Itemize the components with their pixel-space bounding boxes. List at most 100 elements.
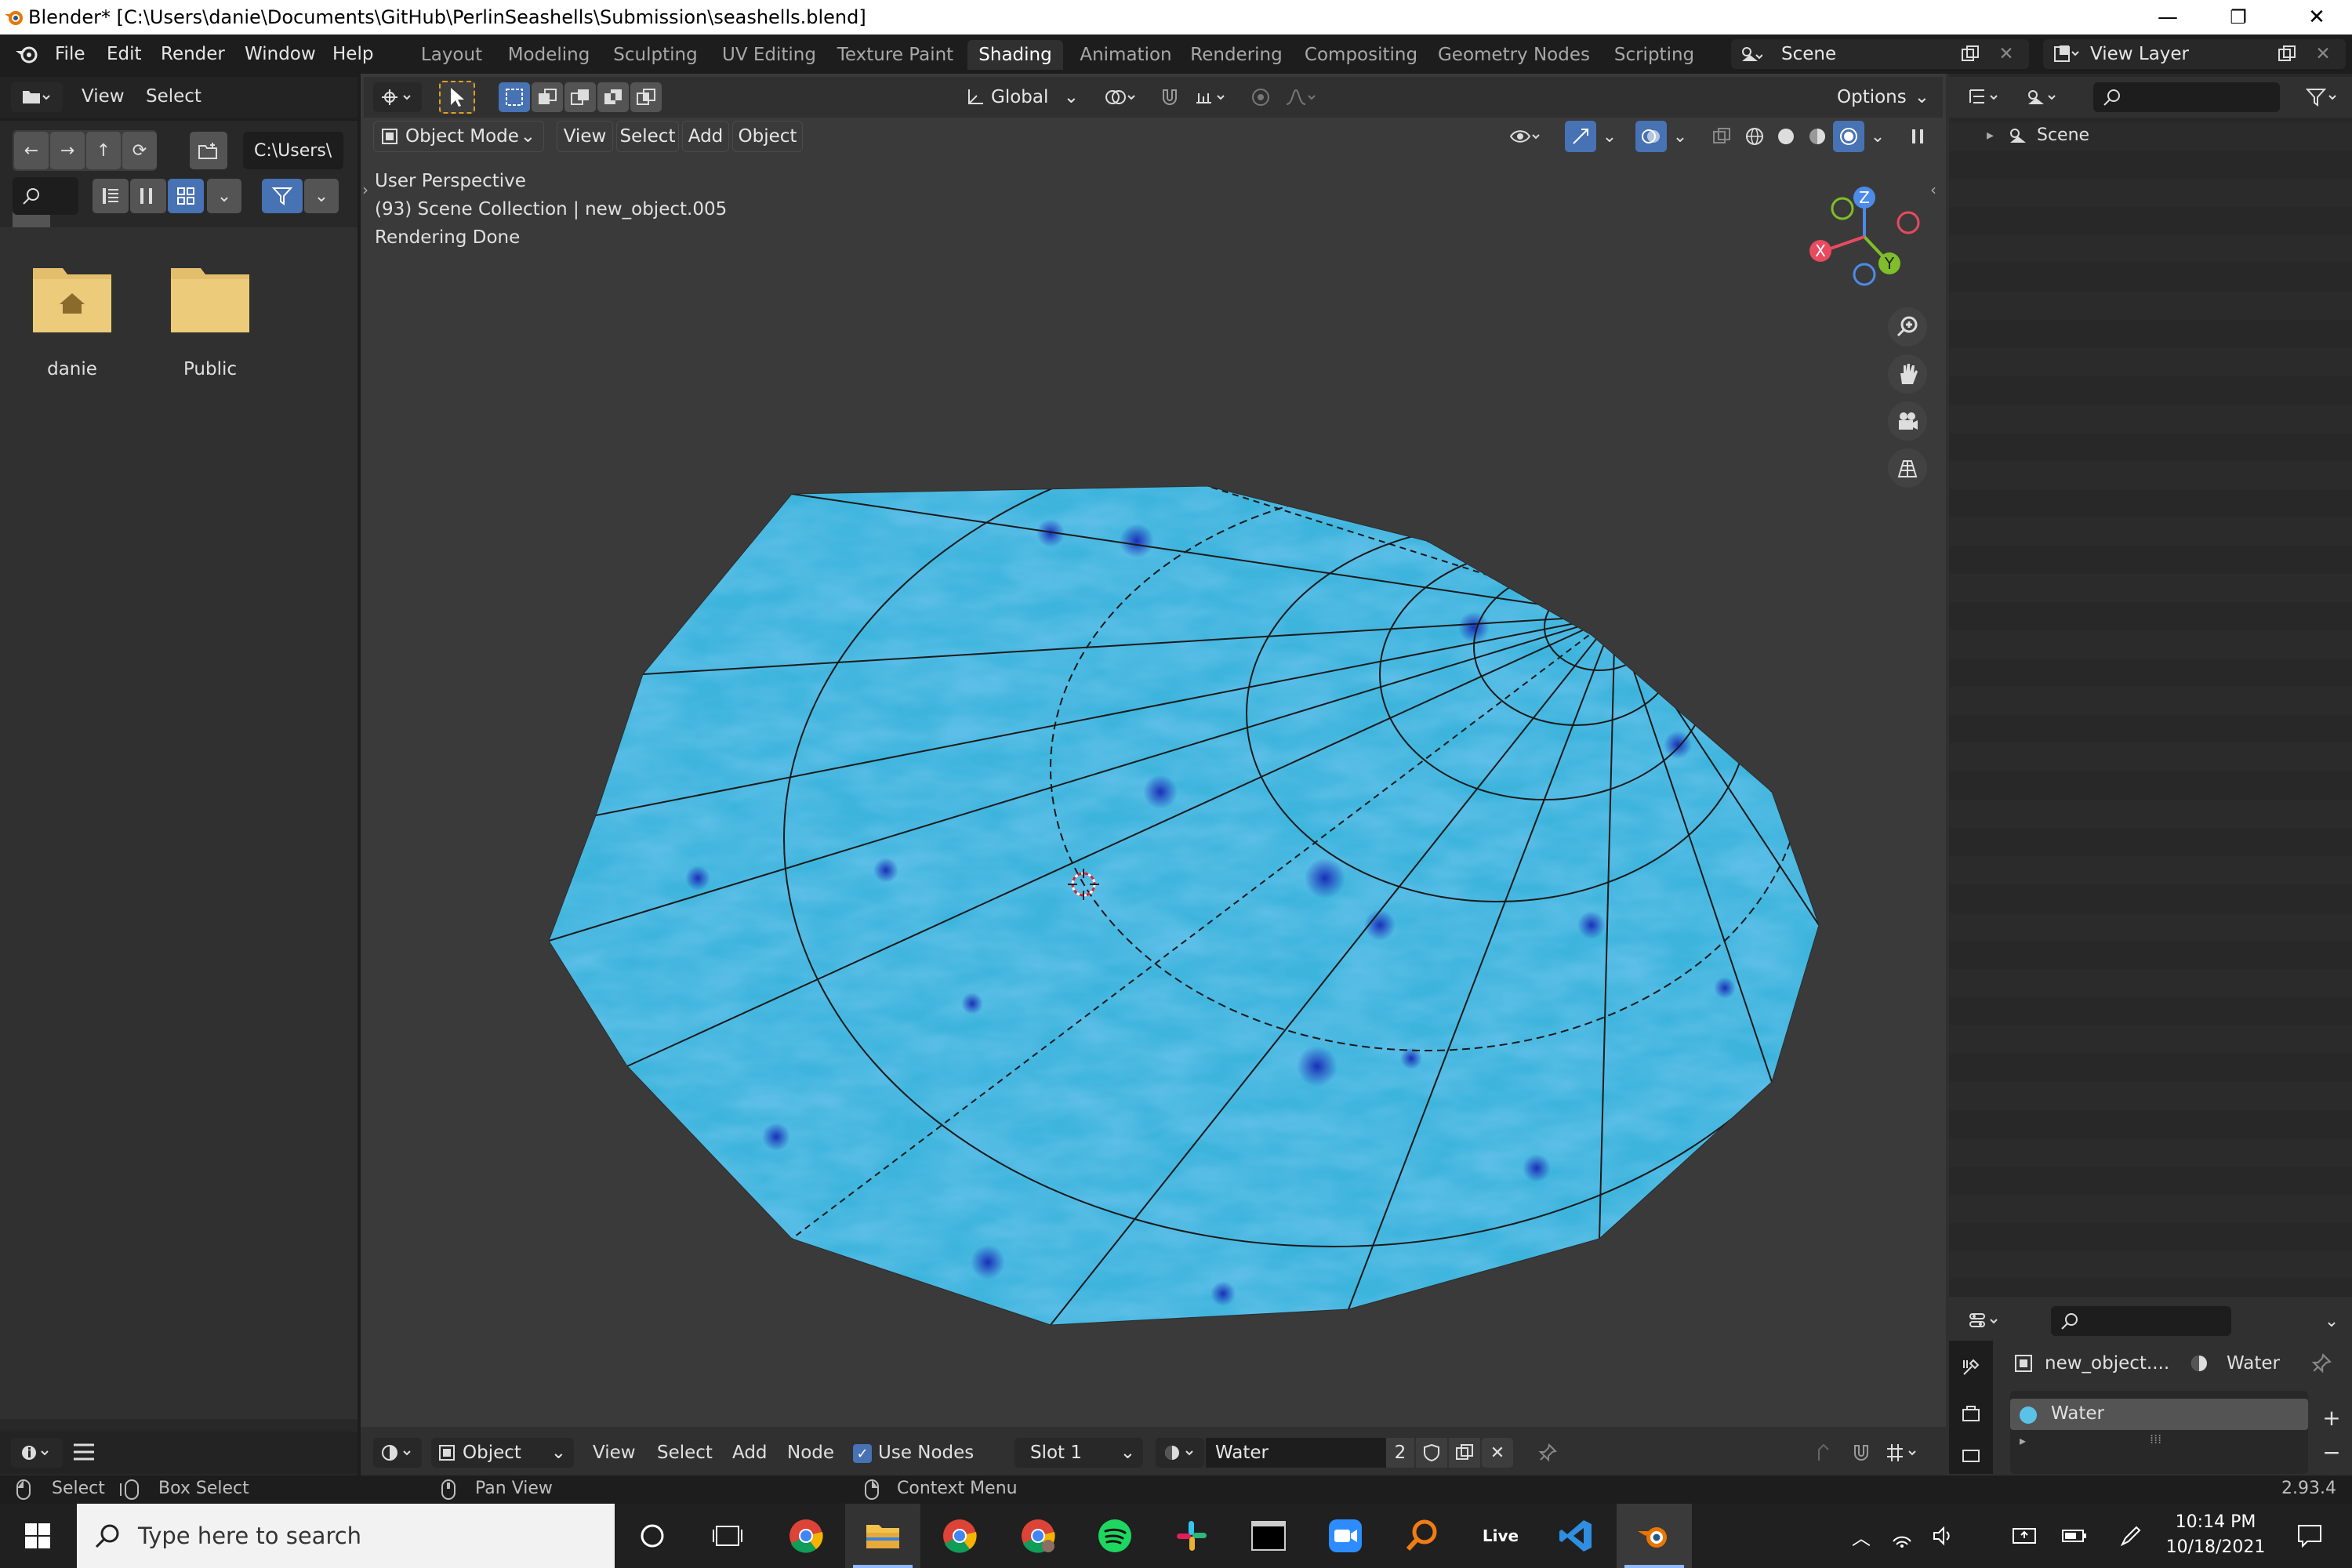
output-tab-icon[interactable] (1955, 1444, 1987, 1468)
new-scene-icon[interactable] (1958, 45, 1982, 64)
add-material-slot-icon[interactable]: + (2318, 1403, 2346, 1432)
filter-icon[interactable] (262, 179, 303, 213)
menu-window[interactable]: Window (245, 34, 316, 74)
proportional-falloff-icon[interactable] (1278, 82, 1327, 112)
snap-increment-icon[interactable] (1187, 82, 1236, 112)
wifi-icon[interactable] (1882, 1504, 1922, 1568)
expand-arrow-icon[interactable]: ▸ (2020, 1433, 2026, 1448)
volume-icon[interactable] (1922, 1504, 1963, 1568)
minimize-button[interactable]: — (2132, 0, 2203, 34)
editor-type-3d-viewport-icon[interactable] (373, 82, 422, 112)
tab-layout[interactable]: Layout (414, 40, 489, 70)
material-users-count[interactable]: 2 (1386, 1438, 1414, 1468)
editor-type-shader-icon[interactable] (373, 1438, 422, 1468)
browse-material-icon[interactable] (1156, 1438, 1204, 1468)
vscode-icon[interactable] (1538, 1504, 1613, 1568)
shader-type-dropdown[interactable]: Object ⌄ (431, 1438, 574, 1468)
camera-view-icon[interactable] (1888, 401, 1927, 441)
tray-overflow-chevron-icon[interactable]: ︿ (1841, 1504, 1882, 1568)
xray-toggle-icon[interactable] (1706, 121, 1737, 152)
editor-type-file-browser-icon[interactable] (11, 82, 63, 112)
pen-icon[interactable] (2111, 1504, 2151, 1568)
menu-help[interactable]: Help (332, 34, 373, 74)
display-size-chevron-icon[interactable]: ⌄ (207, 179, 241, 213)
blender-menu-icon[interactable] (14, 42, 39, 66)
shading-material-preview-icon[interactable] (1802, 121, 1833, 152)
chrome-profile-2-icon[interactable] (922, 1504, 997, 1568)
file-item[interactable]: danie (22, 259, 122, 392)
viewport-menu-select[interactable]: Select (616, 121, 679, 152)
editor-type-properties-icon[interactable] (1962, 1306, 2010, 1336)
visibility-eye-icon[interactable] (1502, 121, 1551, 152)
filter-options-chevron-icon[interactable]: ⌄ (304, 179, 339, 213)
overlays-icon[interactable] (1635, 121, 1667, 152)
render-tab-icon[interactable] (1955, 1399, 1987, 1430)
tab-animation[interactable]: Animation (1071, 40, 1181, 70)
thumbnails-grid-icon[interactable] (168, 179, 204, 213)
gizmo-toggle-icon[interactable] (1565, 121, 1596, 152)
chevron-down-icon[interactable]: ⌄ (2318, 1306, 2346, 1336)
restore-button[interactable]: ❐ (2203, 0, 2274, 34)
navigation-gizmo[interactable]: Z Y X (1795, 179, 1929, 296)
new-view-layer-icon[interactable] (2275, 45, 2299, 64)
slack-icon[interactable] (1154, 1504, 1229, 1568)
gizmo-neg-x-axis[interactable] (1896, 211, 1920, 234)
unlink-material-icon[interactable]: ✕ (1482, 1438, 1513, 1468)
tab-shading[interactable]: Shading (967, 40, 1063, 70)
proportional-editing-icon[interactable] (1245, 82, 1276, 112)
spotify-icon[interactable] (1077, 1504, 1152, 1568)
3d-cursor-icon[interactable] (1066, 867, 1101, 902)
tab-geometry-nodes[interactable]: Geometry Nodes (1436, 40, 1592, 70)
tab-scripting[interactable]: Scripting (1606, 40, 1703, 70)
outliner-filter-icon[interactable] (2299, 82, 2347, 112)
info-editor-type-icon[interactable] (11, 1438, 63, 1468)
tab-sculpting[interactable]: Sculpting (607, 40, 704, 70)
new-directory-icon[interactable] (190, 132, 227, 169)
viewport-menu-view[interactable]: View (557, 121, 613, 152)
magnifier-search-app-icon[interactable] (1385, 1504, 1460, 1568)
blender-taskbar-icon[interactable] (1617, 1504, 1692, 1568)
tab-texture-paint[interactable]: Texture Paint (834, 40, 956, 70)
gizmo-neg-z-axis[interactable] (1853, 263, 1876, 286)
scene-selector[interactable]: Scene ✕ (1731, 39, 2029, 69)
duplicate-material-icon[interactable] (1449, 1438, 1480, 1468)
taskbar-search-box[interactable]: Type here to search (77, 1504, 615, 1568)
task-view-icon[interactable] (690, 1504, 765, 1568)
view-layer-selector[interactable]: View Layer ✕ (2043, 39, 2346, 69)
outliner-row[interactable]: ▸ Scene (1949, 122, 2352, 151)
notifications-icon[interactable] (2281, 1504, 2338, 1568)
material-slot-row[interactable]: Water (2010, 1399, 2308, 1430)
toolbar-expand-chevron-icon[interactable]: › (362, 180, 368, 199)
gizmo-neg-y-axis[interactable] (1831, 197, 1854, 220)
properties-search-field[interactable] (2051, 1306, 2231, 1336)
properties-material-name[interactable]: Water (2227, 1353, 2280, 1374)
select-intersect-icon[interactable] (630, 82, 662, 112)
select-tool-icon[interactable] (439, 81, 475, 114)
node-menu-view[interactable]: View (593, 1443, 636, 1463)
viewport-menu-object[interactable]: Object (732, 121, 803, 152)
node-snap-magnet-icon[interactable] (1846, 1438, 1877, 1468)
tool-tab-icon[interactable] (1955, 1352, 1987, 1383)
parent-directory-icon[interactable]: ↑ (86, 132, 121, 169)
pin-icon[interactable] (1532, 1438, 1563, 1468)
fb-menu-view[interactable]: View (82, 86, 125, 107)
tab-modeling[interactable]: Modeling (502, 40, 596, 70)
taskbar-clock[interactable]: 10:14 PM 10/18/2021 (2161, 1510, 2270, 1562)
horizontal-list-icon[interactable] (130, 179, 166, 213)
menu-edit[interactable]: Edit (107, 34, 142, 74)
display-icon[interactable] (2004, 1504, 2045, 1568)
file-item[interactable]: Public (160, 259, 260, 392)
tab-uv-editing[interactable]: UV Editing (715, 40, 823, 70)
chevron-down-icon[interactable]: ⌄ (1598, 121, 1621, 152)
back-arrow-icon[interactable]: ← (14, 132, 49, 169)
shading-solid-icon[interactable] (1770, 121, 1802, 152)
pan-hand-icon[interactable] (1888, 354, 1927, 394)
vertical-list-icon[interactable] (93, 179, 129, 213)
options-dropdown[interactable]: Options ⌄ (1831, 82, 1935, 112)
shading-wireframe-icon[interactable] (1739, 121, 1770, 152)
chevron-down-icon[interactable]: ⌄ (1668, 121, 1692, 152)
battery-icon[interactable] (2054, 1504, 2095, 1568)
fb-menu-select[interactable]: Select (146, 86, 201, 107)
select-difference-icon[interactable] (597, 82, 629, 112)
windows-start-icon[interactable] (0, 1504, 75, 1568)
